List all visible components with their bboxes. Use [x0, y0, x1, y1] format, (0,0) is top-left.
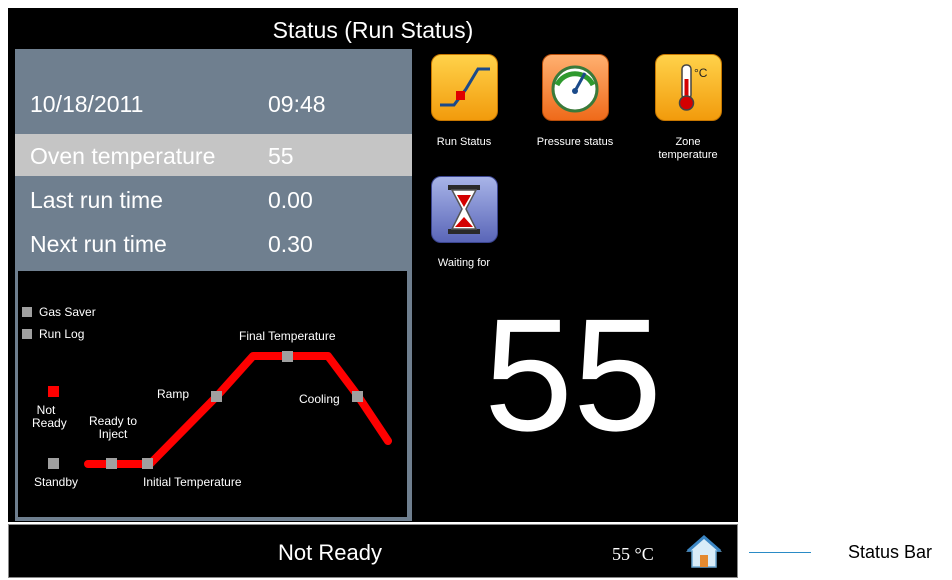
next-run-time-row[interactable]: Next run time 0.30	[15, 222, 412, 264]
thermometer-icon: °C	[678, 64, 708, 111]
run-status-icon	[440, 67, 490, 107]
cooling-state-marker	[352, 391, 363, 402]
ramp-label: Ramp	[157, 387, 190, 401]
last-run-time-value: 0.00	[268, 187, 313, 213]
not-ready-state-marker	[48, 386, 59, 397]
not-ready-label: Not Ready	[32, 403, 67, 430]
oven-temperature-label: Oven temperature	[30, 143, 216, 169]
pressure-status-button[interactable]	[542, 54, 609, 121]
next-run-time-label: Next run time	[30, 231, 167, 257]
last-run-time-label: Last run time	[30, 187, 163, 213]
oven-temperature-row[interactable]: Oven temperature 55	[15, 134, 412, 176]
status-bar-callout-label: Status Bar	[848, 542, 933, 562]
gas-saver-label: Gas Saver	[39, 305, 96, 319]
temperature-profile-line	[84, 352, 392, 468]
date-value: 10/18/2011	[30, 91, 144, 117]
ready-to-inject-label: Ready to Inject	[88, 414, 138, 441]
pressure-status-label: Pressure status	[536, 136, 614, 148]
next-run-time-value: 0.30	[268, 231, 313, 257]
home-icon	[686, 535, 722, 568]
zone-temperature-label: Zone temperature	[658, 136, 718, 161]
page-title: Status (Run Status)	[272, 17, 474, 43]
waiting-for-button[interactable]	[431, 176, 498, 243]
run-status-label: Run Status	[436, 136, 492, 148]
status-bar-text: Not Ready	[278, 540, 382, 565]
standby-state-marker	[48, 458, 59, 469]
ramp-state-marker	[211, 391, 222, 402]
pressure-gauge-icon	[551, 65, 599, 113]
hourglass-icon	[448, 185, 480, 234]
home-button[interactable]	[686, 534, 722, 570]
time-value: 09:48	[268, 91, 326, 117]
cooling-label: Cooling	[299, 392, 340, 406]
initial-temperature-state-marker	[142, 458, 153, 469]
oven-temperature-readout: 55	[484, 285, 662, 464]
waiting-for-label: Waiting for	[437, 257, 491, 269]
zone-temperature-button[interactable]: °C	[655, 54, 722, 121]
gas-saver-legend-marker	[22, 307, 32, 317]
status-bar-callout-line	[749, 552, 811, 553]
run-log-label: Run Log	[39, 327, 85, 341]
run-state-diagram: Gas Saver Run Log Not Ready Standby Read…	[18, 271, 407, 517]
standby-label: Standby	[34, 475, 79, 489]
final-temperature-state-marker	[282, 351, 293, 362]
final-temperature-label: Final Temperature	[239, 329, 336, 343]
oven-temperature-value: 55	[268, 143, 294, 169]
run-status-button[interactable]	[431, 54, 498, 121]
ready-to-inject-state-marker	[106, 458, 117, 469]
status-bar-temperature: 55 °C	[612, 544, 654, 564]
datetime-row: 10/18/2011 09:48	[15, 82, 412, 124]
run-log-legend-marker	[22, 329, 32, 339]
initial-temperature-label: Initial Temperature	[143, 475, 242, 489]
svg-text:°C: °C	[694, 66, 708, 80]
last-run-time-row[interactable]: Last run time 0.00	[15, 178, 412, 220]
